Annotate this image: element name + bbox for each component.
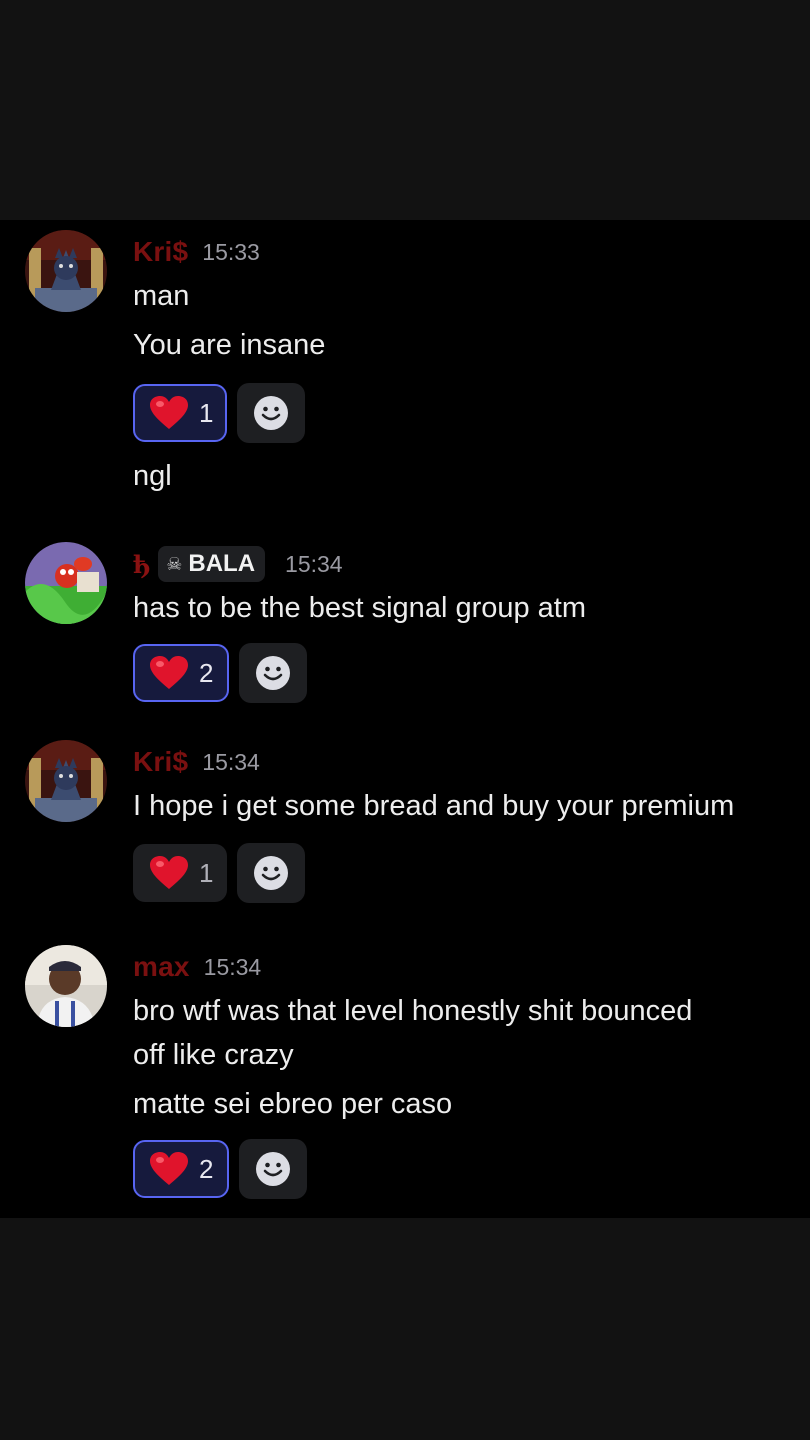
wolf-avatar-icon <box>25 230 107 312</box>
message-text: matte sei ebreo per caso <box>133 1088 453 1120</box>
smiley-icon <box>256 1152 291 1186</box>
wolf-avatar-icon <box>25 740 107 822</box>
role-badge[interactable]: ☠ BALA <box>158 546 266 582</box>
timestamp: 15:34 <box>203 953 262 980</box>
message-text: I hope i get some bread and buy your pre… <box>133 790 735 822</box>
add-reaction-button[interactable] <box>237 843 306 903</box>
reaction-bar: 2 <box>133 642 790 704</box>
skull-crossbones-icon: ☠ <box>166 553 183 574</box>
timestamp: 15:34 <box>202 748 260 775</box>
username[interactable]: max <box>133 951 190 983</box>
avatar[interactable] <box>25 230 107 312</box>
heart-icon <box>150 396 188 429</box>
smiley-icon <box>256 656 291 690</box>
timestamp: 15:34 <box>285 550 343 577</box>
reaction-count: 2 <box>199 1153 214 1184</box>
message-text: ngl <box>133 460 172 492</box>
add-reaction-button[interactable] <box>239 643 308 703</box>
heart-reaction-button[interactable]: 1 <box>133 844 228 902</box>
heart-icon <box>150 656 188 689</box>
message-text: off like crazy <box>133 1039 294 1071</box>
smiley-icon <box>254 396 289 430</box>
badge-label: BALA <box>188 550 256 577</box>
add-reaction-button[interactable] <box>237 383 306 443</box>
message-text: has to be the best signal group atm <box>133 592 587 624</box>
avatar[interactable] <box>25 542 107 624</box>
reaction-count: 1 <box>199 857 214 888</box>
message-text: You are insane <box>133 329 326 361</box>
reaction-count: 2 <box>199 657 214 688</box>
reaction-count: 1 <box>199 397 214 428</box>
top-blank-area <box>0 0 810 220</box>
heart-reaction-button[interactable]: 1 <box>133 384 228 442</box>
username[interactable]: Kri$ <box>133 746 188 778</box>
avatar[interactable] <box>25 740 107 822</box>
smiley-icon <box>254 856 289 890</box>
timestamp: 15:33 <box>202 238 260 265</box>
heart-icon <box>150 856 188 889</box>
bottom-blank-area <box>0 1218 810 1440</box>
avatar[interactable] <box>25 945 107 1027</box>
crab-avatar-icon <box>25 542 107 624</box>
message-text: man <box>133 280 190 312</box>
photo-avatar-icon <box>25 945 107 1027</box>
reaction-bar: 2 <box>133 1138 790 1200</box>
username[interactable]: Kri$ <box>133 236 188 268</box>
username[interactable]: ђ <box>133 550 150 579</box>
message-text: bro wtf was that level honestly shit bou… <box>133 995 693 1027</box>
heart-reaction-button[interactable]: 2 <box>133 644 230 702</box>
reaction-bar: 1 <box>133 382 790 444</box>
heart-reaction-button[interactable]: 2 <box>133 1140 230 1198</box>
heart-icon <box>150 1152 188 1185</box>
add-reaction-button[interactable] <box>239 1139 308 1199</box>
reaction-bar: 1 <box>133 842 790 904</box>
chat-message-list: Kri$ 15:33 man You are insane 1 ngl ђ ☠ … <box>0 220 810 1218</box>
